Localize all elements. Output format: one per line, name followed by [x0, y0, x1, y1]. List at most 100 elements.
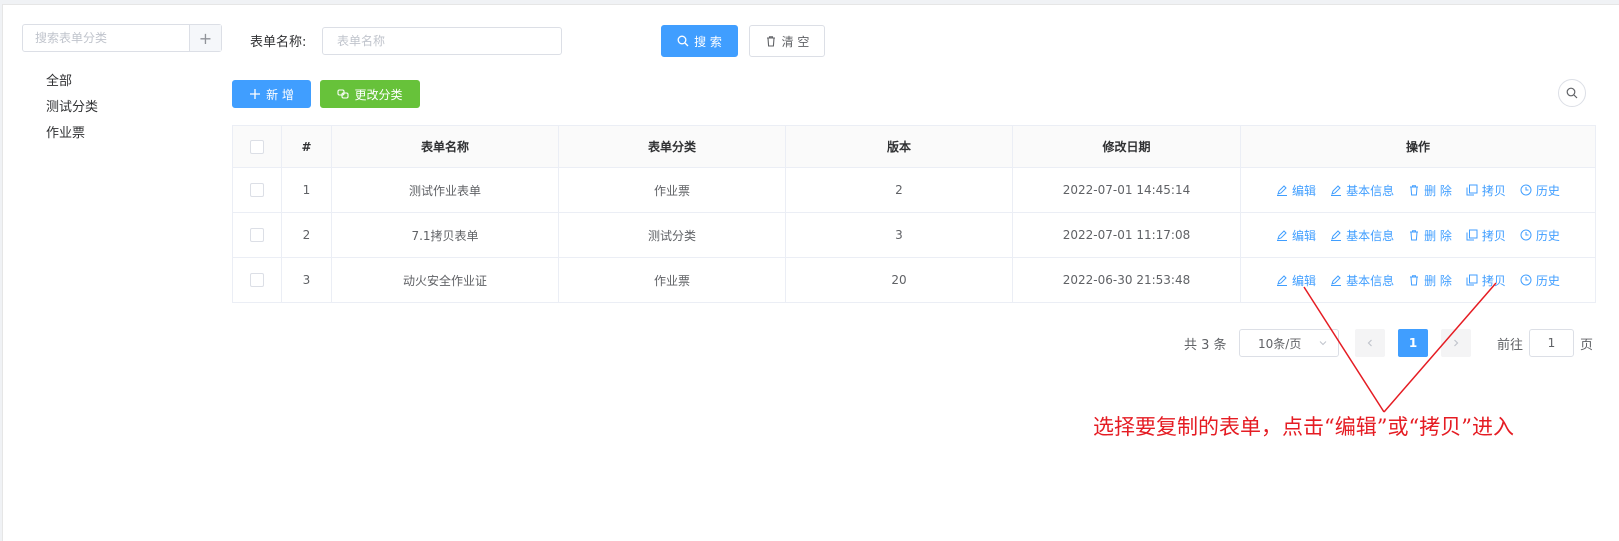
search-button[interactable]: 搜 索	[661, 25, 738, 57]
row-version: 2	[785, 167, 1013, 213]
row-form-name: 测试作业表单	[331, 167, 559, 213]
header-version: 版本	[785, 125, 1013, 168]
table-header-row: # 表单名称 表单分类 版本 修改日期 操作	[232, 125, 1596, 168]
copy-icon	[1466, 274, 1478, 286]
basic-info-link[interactable]: 基本信息	[1330, 272, 1394, 289]
table-row: 3 动火安全作业证 作业票 20 2022-06-30 21:53:48 编辑 …	[232, 257, 1596, 303]
header-actions: 操作	[1240, 125, 1596, 168]
row-actions: 编辑 基本信息 删 除 拷贝 历史	[1240, 212, 1596, 258]
change-category-label: 更改分类	[354, 87, 403, 102]
plus-icon	[250, 89, 261, 99]
delete-label: 删 除	[1424, 228, 1452, 243]
basic-info-link[interactable]: 基本信息	[1330, 182, 1394, 199]
select-all-checkbox[interactable]	[250, 139, 264, 154]
row-checkbox[interactable]	[250, 183, 264, 198]
header-modified-date: 修改日期	[1012, 125, 1241, 168]
row-checkbox[interactable]	[250, 228, 264, 243]
edit-label: 编辑	[1292, 273, 1317, 288]
basic-info-label: 基本信息	[1346, 273, 1395, 288]
row-form-name: 动火安全作业证	[331, 257, 559, 303]
category-item-test[interactable]: 测试分类	[46, 95, 98, 121]
edit-icon	[1331, 230, 1342, 241]
change-category-button[interactable]: 更改分类	[320, 80, 420, 108]
row-modified-date: 2022-06-30 21:53:48	[1012, 257, 1241, 303]
basic-info-label: 基本信息	[1346, 228, 1395, 243]
category-list: 全部 测试分类 作业票	[46, 69, 98, 147]
category-search: +	[22, 24, 222, 52]
history-link[interactable]: 历史	[1520, 182, 1560, 199]
next-page-button[interactable]	[1441, 329, 1471, 357]
history-link[interactable]: 历史	[1520, 272, 1560, 289]
page-size-value: 10条/页	[1258, 336, 1302, 351]
copy-link[interactable]: 拷贝	[1466, 182, 1506, 199]
row-modified-date: 2022-07-01 11:17:08	[1012, 212, 1241, 258]
trash-icon	[766, 36, 775, 47]
edit-label: 编辑	[1292, 228, 1317, 243]
pagination-total: 共 3 条	[1184, 338, 1227, 353]
add-button[interactable]: 新 增	[232, 80, 311, 108]
basic-info-label: 基本信息	[1346, 183, 1395, 198]
row-checkbox[interactable]	[250, 273, 264, 288]
copy-label: 拷贝	[1481, 273, 1506, 288]
history-link[interactable]: 历史	[1520, 227, 1560, 244]
category-item-all[interactable]: 全部	[46, 69, 98, 95]
edit-link[interactable]: 编辑	[1276, 272, 1316, 289]
form-name-input[interactable]	[322, 27, 562, 55]
copy-label: 拷贝	[1481, 183, 1506, 198]
prev-page-button[interactable]	[1355, 329, 1385, 357]
table-row: 1 测试作业表单 作业票 2 2022-07-01 14:45:14 编辑 基本…	[232, 167, 1596, 213]
annotation-text: 选择要复制的表单，点击“编辑”或“拷贝”进入	[1093, 415, 1514, 439]
trash-icon	[1410, 230, 1419, 241]
copy-label: 拷贝	[1481, 228, 1506, 243]
delete-link[interactable]: 删 除	[1408, 227, 1452, 244]
category-item-ticket[interactable]: 作业票	[46, 121, 98, 147]
basic-info-link[interactable]: 基本信息	[1330, 227, 1394, 244]
chevron-left-icon	[1367, 339, 1372, 347]
form-table: # 表单名称 表单分类 版本 修改日期 操作 1 测试作业表单 作业票 2 20…	[232, 125, 1596, 303]
copy-icon	[1466, 184, 1478, 196]
edit-icon	[1331, 185, 1342, 196]
delete-label: 删 除	[1424, 273, 1452, 288]
edit-link[interactable]: 编辑	[1276, 227, 1316, 244]
edit-icon	[1331, 275, 1342, 286]
edit-icon	[1277, 275, 1288, 286]
chevron-right-icon	[1454, 339, 1459, 347]
history-label: 历史	[1535, 183, 1560, 198]
delete-link[interactable]: 删 除	[1408, 272, 1452, 289]
clear-button[interactable]: 清 空	[749, 25, 825, 57]
copy-link[interactable]: 拷贝	[1466, 272, 1506, 289]
row-index: 1	[281, 167, 332, 213]
chevron-down-icon	[1319, 341, 1327, 346]
header-index: #	[281, 125, 332, 168]
row-index: 3	[281, 257, 332, 303]
clock-icon	[1520, 184, 1532, 196]
delete-label: 删 除	[1424, 183, 1452, 198]
history-label: 历史	[1535, 273, 1560, 288]
clock-icon	[1520, 274, 1532, 286]
add-category-button[interactable]: +	[189, 25, 221, 51]
row-select-cell	[232, 257, 282, 303]
row-actions: 编辑 基本信息 删 除 拷贝 历史	[1240, 167, 1596, 213]
link-icon	[337, 89, 350, 99]
category-search-input[interactable]	[23, 25, 189, 51]
select-all-cell	[232, 125, 282, 168]
edit-link[interactable]: 编辑	[1276, 182, 1316, 199]
search-button-label: 搜 索	[694, 34, 722, 49]
search-toggle-button[interactable]	[1558, 79, 1586, 107]
goto-label: 前往	[1497, 338, 1524, 353]
row-index: 2	[281, 212, 332, 258]
page-suffix-label: 页	[1580, 338, 1594, 353]
row-category: 测试分类	[558, 212, 786, 258]
row-form-name: 7.1拷贝表单	[331, 212, 559, 258]
delete-link[interactable]: 删 除	[1408, 182, 1452, 199]
goto-page-input[interactable]	[1529, 329, 1574, 357]
copy-link[interactable]: 拷贝	[1466, 227, 1506, 244]
page-number-current[interactable]: 1	[1398, 329, 1428, 357]
trash-icon	[1410, 275, 1419, 286]
page-size-select[interactable]: 10条/页	[1239, 329, 1339, 357]
row-modified-date: 2022-07-01 14:45:14	[1012, 167, 1241, 213]
header-category: 表单分类	[558, 125, 786, 168]
row-category: 作业票	[558, 257, 786, 303]
row-select-cell	[232, 167, 282, 213]
add-button-label: 新 增	[266, 87, 294, 102]
